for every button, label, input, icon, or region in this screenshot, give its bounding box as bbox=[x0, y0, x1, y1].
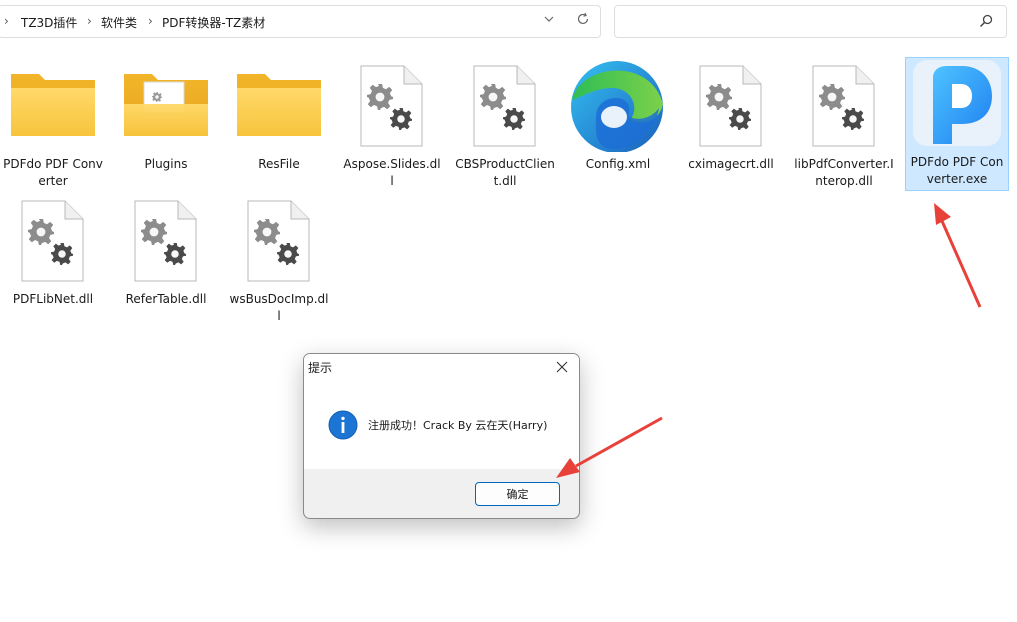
message-dialog: 提示 注册成功！Crack By 云在天(Harry) 确定 bbox=[303, 353, 580, 519]
file-name: Plugins bbox=[144, 157, 188, 171]
folder-icon bbox=[227, 60, 331, 152]
pdfdo-app-icon bbox=[906, 58, 1008, 150]
folder-icon bbox=[1, 60, 105, 152]
file-name: Config.xml bbox=[585, 157, 651, 171]
search-input[interactable] bbox=[623, 11, 967, 33]
dll-gear-file-icon bbox=[1, 195, 105, 287]
dll-gear-file-icon bbox=[453, 60, 557, 152]
breadcrumb-item-pdf-converter[interactable]: PDF转换器-TZ素材 bbox=[162, 14, 265, 31]
file-name: wsBusDocImp.dll bbox=[229, 292, 329, 323]
file-name: PDFLibNet.dll bbox=[12, 292, 94, 306]
dll-gear-file-icon bbox=[679, 60, 783, 152]
chevron-down-icon[interactable] bbox=[539, 12, 559, 32]
annotation-arrow-icon bbox=[934, 203, 982, 308]
dll-gear-file-icon bbox=[114, 195, 218, 287]
close-icon[interactable] bbox=[549, 355, 575, 379]
dll-gear-file-icon bbox=[792, 60, 896, 152]
dialog-title: 提示 bbox=[308, 361, 333, 375]
file-name: libPdfConverter.Interop.dll bbox=[794, 157, 894, 188]
file-item-pdfdo-exe[interactable]: PDFdo PDF Converter.exe bbox=[905, 57, 1009, 191]
file-name: PDFdo PDF Converter bbox=[3, 157, 103, 188]
file-item-wsbusdocimp[interactable]: wsBusDocImp.dll bbox=[227, 195, 331, 329]
file-item-cbsproductclient[interactable]: CBSProductClient.dll bbox=[453, 60, 557, 194]
file-item-refertable[interactable]: ReferTable.dll bbox=[114, 195, 218, 329]
refresh-icon[interactable] bbox=[573, 12, 593, 32]
breadcrumb-item-software[interactable]: 软件类 bbox=[101, 14, 137, 31]
file-item-resfile[interactable]: ResFile bbox=[227, 60, 331, 194]
dll-gear-file-icon bbox=[340, 60, 444, 152]
breadcrumb-separator-icon: › bbox=[4, 14, 9, 28]
file-name: ReferTable.dll bbox=[125, 292, 207, 306]
ok-button[interactable]: 确定 bbox=[475, 482, 560, 506]
file-item-pdflibnet[interactable]: PDFLibNet.dll bbox=[1, 195, 105, 329]
file-name: Aspose.Slides.dll bbox=[343, 157, 441, 188]
file-name: CBSProductClient.dll bbox=[455, 157, 555, 188]
dll-gear-file-icon bbox=[227, 195, 331, 287]
breadcrumb-separator-icon: › bbox=[148, 14, 153, 28]
breadcrumb-item-tz3d[interactable]: TZ3D插件 bbox=[21, 14, 77, 31]
file-item-cximagecrt[interactable]: cximagecrt.dll bbox=[679, 60, 783, 194]
search-box[interactable] bbox=[614, 5, 1007, 38]
file-item-plugins[interactable]: Plugins bbox=[114, 60, 218, 194]
file-name: ResFile bbox=[258, 157, 300, 171]
annotation-arrow-icon bbox=[556, 416, 663, 478]
edge-browser-icon bbox=[566, 60, 670, 153]
file-item-pdfdo-folder[interactable]: PDFdo PDF Converter bbox=[1, 60, 105, 194]
info-icon bbox=[328, 410, 358, 440]
file-name: cximagecrt.dll bbox=[688, 157, 774, 171]
file-item-aspose-slides[interactable]: Aspose.Slides.dll bbox=[340, 60, 444, 194]
address-bar[interactable]: › TZ3D插件 › 软件类 › PDF转换器-TZ素材 bbox=[0, 5, 601, 38]
dialog-body: 注册成功！Crack By 云在天(Harry) bbox=[304, 381, 579, 469]
file-item-libpdfconverter-interop[interactable]: libPdfConverter.Interop.dll bbox=[792, 60, 896, 194]
search-icon[interactable] bbox=[978, 13, 994, 29]
file-item-config-xml[interactable]: Config.xml bbox=[566, 60, 670, 194]
dialog-title-bar[interactable]: 提示 bbox=[304, 354, 579, 381]
breadcrumb-separator-icon: › bbox=[87, 14, 92, 28]
dialog-message: 注册成功！Crack By 云在天(Harry) bbox=[368, 419, 548, 432]
file-name: PDFdo PDF Converter.exe bbox=[910, 155, 1004, 186]
folder-with-file-icon bbox=[114, 60, 218, 152]
